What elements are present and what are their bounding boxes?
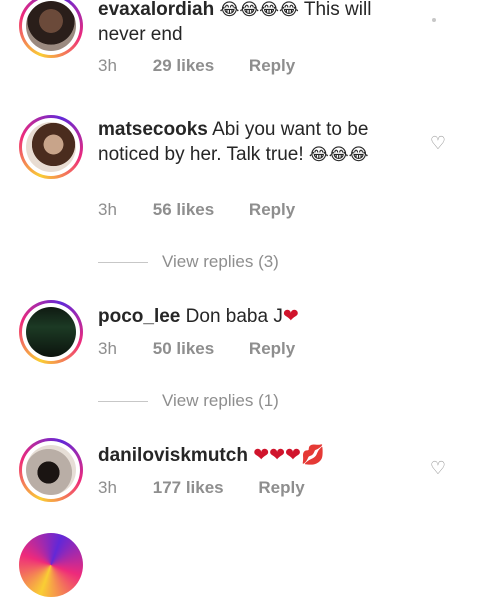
comment-text: matsecooks Abi you want to be noticed by… xyxy=(98,117,418,167)
avatar[interactable] xyxy=(19,533,83,597)
likes-count[interactable]: 29 likes xyxy=(153,56,214,76)
comment-username[interactable]: daniloviskmutch xyxy=(98,445,248,466)
options-dot-icon xyxy=(432,18,436,22)
comment-meta: 3h 29 likes Reply xyxy=(98,56,295,76)
comment-text: evaxalordiah 😂😂😂😂 This will never end xyxy=(98,0,418,47)
comment-time: 3h xyxy=(98,339,117,358)
comment-username[interactable]: evaxalordiah xyxy=(98,0,214,20)
comment-body: Don baba J xyxy=(180,306,283,327)
view-replies-label: View replies (1) xyxy=(162,391,279,410)
avatar[interactable] xyxy=(19,0,83,58)
divider-line xyxy=(98,401,148,403)
heart-outline-icon[interactable]: ♡ xyxy=(428,458,448,478)
laughing-emoji: 😂😂😂 xyxy=(308,145,369,164)
avatar[interactable] xyxy=(19,438,83,502)
divider-line xyxy=(98,262,148,264)
avatar-photo xyxy=(26,307,76,357)
red-heart-emoji: ❤ xyxy=(282,306,299,327)
comment-meta: 3h 56 likes Reply xyxy=(98,200,295,220)
reply-button[interactable]: Reply xyxy=(249,56,295,76)
view-replies-button[interactable]: View replies (1) xyxy=(98,391,279,411)
avatar[interactable] xyxy=(19,115,83,179)
avatar-photo xyxy=(26,1,76,51)
view-replies-button[interactable]: View replies (3) xyxy=(98,252,279,272)
reply-button[interactable]: Reply xyxy=(249,339,295,359)
comment-time: 3h xyxy=(98,478,117,497)
comment-time: 3h xyxy=(98,200,117,219)
comment-username[interactable]: matsecooks xyxy=(98,119,208,140)
heart-outline-icon[interactable]: ♡ xyxy=(428,133,448,153)
reply-button[interactable]: Reply xyxy=(258,478,304,498)
avatar-photo xyxy=(26,122,76,172)
avatar[interactable] xyxy=(19,300,83,364)
comment-username[interactable]: poco_lee xyxy=(98,306,180,327)
likes-count[interactable]: 177 likes xyxy=(153,478,224,498)
likes-count[interactable]: 56 likes xyxy=(153,200,214,220)
hearts-emoji: ❤❤❤💋 xyxy=(253,445,325,466)
comment-meta: 3h 177 likes Reply xyxy=(98,478,305,498)
reply-button[interactable]: Reply xyxy=(249,200,295,220)
laughing-emoji: 😂😂😂😂 xyxy=(219,0,299,19)
likes-count[interactable]: 50 likes xyxy=(153,339,214,359)
comment-text: poco_lee Don baba J❤ xyxy=(98,304,418,329)
view-replies-label: View replies (3) xyxy=(162,252,279,271)
comment-time: 3h xyxy=(98,56,117,75)
comment-meta: 3h 50 likes Reply xyxy=(98,339,295,359)
comment-text: daniloviskmutch ❤❤❤💋 xyxy=(98,443,418,468)
avatar-photo xyxy=(26,445,76,495)
